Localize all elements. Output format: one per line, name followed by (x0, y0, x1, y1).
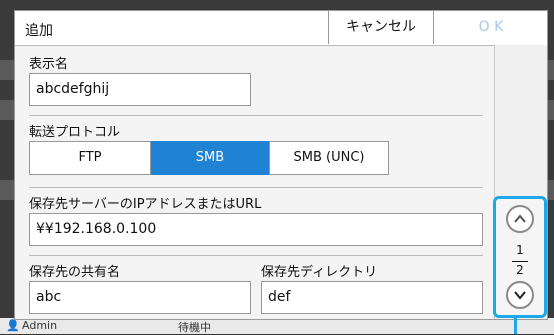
chevron-down-icon (514, 291, 526, 300)
server-label: 保存先サーバーのIPアドレスまたはURL (29, 197, 262, 212)
share-label: 保存先の共有名 (29, 265, 121, 280)
page-navigator: 1 2 (493, 196, 547, 318)
protocol-label: 転送プロトコル (29, 125, 121, 140)
background-status-bar: 👤 Admin 待機中 (0, 318, 554, 334)
add-dialog: 追加 キャンセル O K 表示名 abcdefghij 転送プロトコル FTP … (14, 10, 548, 320)
server-address-field[interactable]: ¥¥192.168.0.100 (29, 213, 483, 246)
directory-label: 保存先ディレクトリ (261, 265, 378, 280)
protocol-ftp-button[interactable]: FTP (29, 141, 151, 175)
user-icon: 👤 (6, 319, 20, 332)
share-name-field[interactable]: abc (29, 281, 251, 314)
dialog-content: 表示名 abcdefghij 転送プロトコル FTP SMB SMB (UNC)… (15, 45, 493, 319)
directory-field[interactable]: def (261, 281, 483, 314)
dialog-header: 追加 キャンセル O K (15, 11, 547, 46)
callout-line (514, 318, 517, 334)
divider (29, 255, 483, 256)
divider (29, 115, 483, 116)
page-up-button[interactable] (506, 205, 534, 233)
page-down-button[interactable] (506, 281, 534, 309)
display-name-label: 表示名 (29, 57, 69, 72)
cancel-button[interactable]: キャンセル (328, 11, 433, 44)
background-status-label: 待機中 (178, 321, 211, 334)
chevron-up-icon (514, 214, 526, 223)
protocol-smb-button[interactable]: SMB (151, 141, 269, 175)
divider (29, 187, 483, 188)
background-user-label: Admin (22, 319, 58, 332)
protocol-smb-unc-button[interactable]: SMB (UNC) (269, 141, 389, 175)
display-name-field[interactable]: abcdefghij (29, 73, 251, 106)
ok-button[interactable]: O K (433, 11, 547, 44)
dialog-title: 追加 (25, 23, 53, 39)
page-total: 2 (516, 263, 524, 277)
page-fraction-line (512, 261, 528, 262)
page-current: 1 (516, 243, 524, 257)
